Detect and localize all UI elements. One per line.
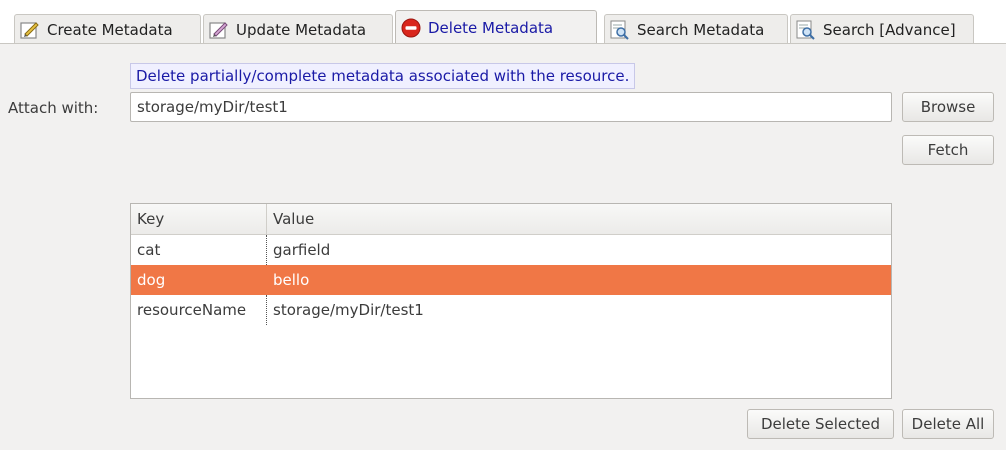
- tab-update-metadata[interactable]: Update Metadata: [203, 14, 393, 44]
- tab-label: Update Metadata: [236, 20, 367, 39]
- edit-icon: [20, 21, 39, 39]
- table-row[interactable]: resourceName storage/myDir/test1: [131, 295, 891, 325]
- row-key: dog: [137, 271, 166, 289]
- tab-delete-metadata[interactable]: Delete Metadata: [395, 10, 597, 44]
- tab-search-advance[interactable]: Search [Advance]: [790, 14, 974, 44]
- column-header-value[interactable]: Value: [267, 204, 891, 234]
- search-icon: [610, 20, 629, 40]
- delete-selected-button[interactable]: Delete Selected: [747, 409, 894, 439]
- attach-path-input[interactable]: [130, 92, 892, 122]
- metadata-table: Key Value cat garfield dog bello resourc…: [130, 203, 892, 399]
- tab-label: Delete Metadata: [428, 18, 554, 37]
- column-header-key[interactable]: Key: [131, 204, 267, 234]
- delete-all-button[interactable]: Delete All: [902, 409, 994, 439]
- tab-create-metadata[interactable]: Create Metadata: [14, 14, 201, 44]
- table-row[interactable]: cat garfield: [131, 235, 891, 265]
- advanced-search-icon: [796, 20, 815, 40]
- tab-label: Search [Advance]: [823, 20, 956, 39]
- panel-hint: Delete partially/complete metadata assoc…: [130, 63, 636, 89]
- row-key: cat: [131, 235, 267, 265]
- tab-search-metadata[interactable]: Search Metadata: [604, 14, 788, 44]
- attach-with-label: Attach with:: [8, 99, 99, 117]
- row-key: resourceName: [131, 295, 267, 325]
- tab-label: Search Metadata: [637, 20, 765, 39]
- table-header: Key Value: [131, 204, 891, 235]
- table-row-selected[interactable]: dog bello: [131, 265, 891, 295]
- update-edit-icon: [209, 21, 228, 39]
- fetch-button[interactable]: Fetch: [902, 135, 994, 165]
- delete-stop-icon: [401, 18, 421, 37]
- tab-strip: Create Metadata Update Metadata Delete M…: [0, 0, 1006, 44]
- browse-button[interactable]: Browse: [902, 92, 994, 122]
- row-value: storage/myDir/test1: [273, 301, 424, 319]
- row-value: bello: [273, 271, 310, 289]
- tab-label: Create Metadata: [47, 20, 173, 39]
- row-value: garfield: [273, 241, 331, 259]
